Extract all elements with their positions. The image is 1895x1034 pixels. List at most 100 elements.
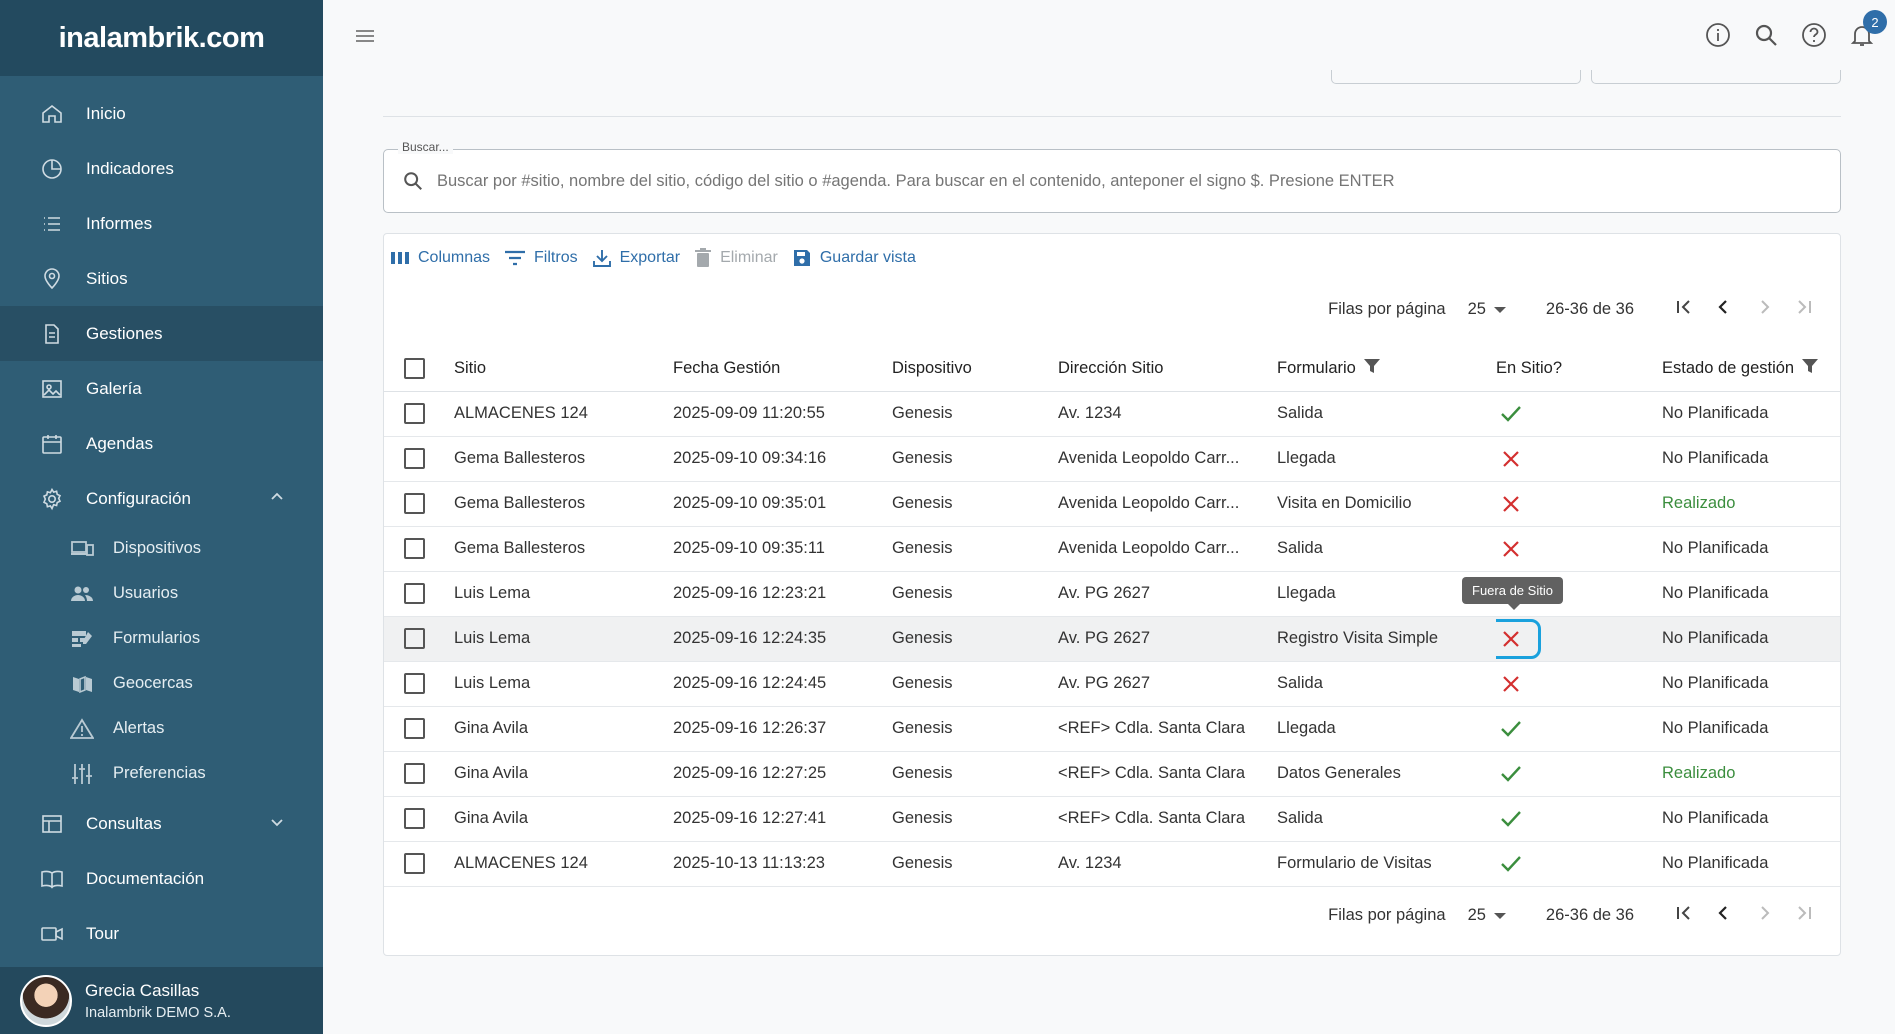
filter-icon[interactable]	[1802, 358, 1819, 379]
next-page-button[interactable]	[1744, 904, 1784, 927]
column-header-label: Estado de gestión	[1662, 358, 1795, 377]
row-checkbox[interactable]	[404, 493, 425, 514]
table-row[interactable]: Gema Ballesteros 2025-09-10 09:35:01 Genes…	[384, 481, 1840, 527]
sidebar-subitem-formularios[interactable]: Formularios	[0, 616, 323, 661]
rows-per-page-select[interactable]: 25	[1468, 300, 1506, 319]
cell-dispositivo: Genesis	[892, 796, 1058, 842]
cross-icon[interactable]	[1496, 444, 1526, 474]
sidebar-item-consultas[interactable]: Consultas	[0, 796, 323, 851]
filters-button[interactable]: Filtros	[504, 249, 578, 267]
menu-toggle-button[interactable]	[353, 24, 377, 53]
check-icon[interactable]	[1496, 758, 1526, 788]
filter-icon[interactable]	[1363, 358, 1380, 379]
table-row[interactable]: Luis Lema 2025-09-16 12:24:35 Genesis Av. P…	[384, 616, 1840, 662]
column-header-fecha[interactable]: Fecha Gestión	[673, 346, 892, 392]
cell-fecha: 2025-10-13 11:13:23	[673, 841, 892, 887]
cross-icon[interactable]	[1496, 669, 1526, 699]
notifications-button[interactable]: 2	[1849, 10, 1887, 48]
info-button[interactable]	[1705, 22, 1731, 48]
cross-icon[interactable]	[1496, 534, 1526, 564]
last-page-button[interactable]	[1784, 298, 1824, 321]
row-checkbox[interactable]	[404, 673, 425, 694]
last-page-icon	[1795, 298, 1813, 321]
location-pin-icon	[38, 265, 66, 293]
search-input[interactable]	[437, 166, 1817, 196]
sidebar-item-gestiones[interactable]: Gestiones	[0, 306, 323, 361]
chevron-right-icon	[1755, 904, 1773, 927]
sidebar-subitem-alertas[interactable]: Alertas	[0, 706, 323, 751]
rows-per-page-select[interactable]: 25	[1468, 906, 1506, 925]
filter-field-2[interactable]	[1591, 70, 1841, 84]
first-page-button[interactable]	[1664, 904, 1704, 927]
help-button[interactable]	[1801, 22, 1827, 48]
row-checkbox[interactable]	[404, 628, 425, 649]
column-header-en-sitio[interactable]: En Sitio?	[1496, 346, 1662, 392]
row-checkbox[interactable]	[404, 403, 425, 424]
column-header-sitio[interactable]: Sitio	[454, 346, 673, 392]
cross-icon[interactable]	[1496, 489, 1526, 519]
column-header-direccion[interactable]: Dirección Sitio	[1058, 346, 1277, 392]
columns-button[interactable]: Columnas	[390, 249, 490, 267]
column-header-estado[interactable]: Estado de gestión	[1662, 346, 1840, 392]
cell-sitio: Luis Lema	[454, 571, 673, 617]
prev-page-button[interactable]	[1704, 298, 1744, 321]
first-page-icon	[1675, 298, 1693, 321]
table-row[interactable]: Luis Lema 2025-09-16 12:23:21 Genesis Av. P…	[384, 571, 1840, 617]
next-page-button[interactable]	[1744, 298, 1784, 321]
check-icon[interactable]	[1496, 803, 1526, 833]
row-checkbox[interactable]	[404, 853, 425, 874]
table-row[interactable]: Gema Ballesteros 2025-09-10 09:35:11 Genes…	[384, 526, 1840, 572]
user-profile[interactable]: Grecia Casillas Inalambrik DEMO S.A.	[0, 967, 323, 1034]
rows-per-page-label: Filas por página	[1328, 300, 1446, 318]
cell-en-sitio	[1496, 751, 1662, 797]
table-icon	[38, 810, 66, 838]
sidebar-item-inicio[interactable]: Inicio	[0, 86, 323, 141]
sidebar-item-configuracion[interactable]: Configuración	[0, 471, 323, 526]
caret-down-icon	[1493, 906, 1506, 925]
filter-field-1[interactable]	[1331, 70, 1581, 84]
sidebar-item-agendas[interactable]: Agendas	[0, 416, 323, 471]
cell-estado: No Planificada	[1662, 706, 1840, 752]
sidebar-item-sitios[interactable]: Sitios	[0, 251, 323, 306]
table-row[interactable]: ALMACENES 124 2025-09-09 11:20:55 Genesis A…	[384, 391, 1840, 437]
sidebar-subitem-usuarios[interactable]: Usuarios	[0, 571, 323, 616]
first-page-button[interactable]	[1664, 298, 1704, 321]
cell-en-sitio	[1496, 481, 1662, 527]
check-icon[interactable]	[1496, 848, 1526, 878]
sidebar-item-informes[interactable]: Informes	[0, 196, 323, 251]
brand-logo[interactable]: inalambrik.com	[59, 22, 265, 55]
table-row[interactable]: Gema Ballesteros 2025-09-10 09:34:16 Genes…	[384, 436, 1840, 482]
prev-page-button[interactable]	[1704, 904, 1744, 927]
row-checkbox[interactable]	[404, 538, 425, 559]
last-page-button[interactable]	[1784, 904, 1824, 927]
export-button[interactable]: Exportar	[592, 248, 680, 268]
row-checkbox[interactable]	[404, 718, 425, 739]
table-row[interactable]: Gina Avila 2025-09-16 12:27:25 Genesis <REF…	[384, 751, 1840, 797]
row-checkbox[interactable]	[404, 583, 425, 604]
delete-button[interactable]: Eliminar	[694, 248, 778, 268]
row-checkbox[interactable]	[404, 763, 425, 784]
search-button[interactable]	[1753, 22, 1779, 48]
table-row[interactable]: ALMACENES 124 2025-10-13 11:13:23 Genesis A…	[384, 841, 1840, 887]
sidebar-subitem-dispositivos[interactable]: Dispositivos	[0, 526, 323, 571]
check-icon[interactable]	[1496, 713, 1526, 743]
column-header-dispositivo[interactable]: Dispositivo	[892, 346, 1058, 392]
sidebar-item-galeria[interactable]: Galería	[0, 361, 323, 416]
sidebar-item-indicadores[interactable]: Indicadores	[0, 141, 323, 196]
cross-icon[interactable]	[1496, 618, 1541, 659]
table-row[interactable]: Luis Lema 2025-09-16 12:24:45 Genesis Av. P…	[384, 661, 1840, 707]
check-icon[interactable]	[1496, 398, 1526, 428]
row-checkbox[interactable]	[404, 448, 425, 469]
sidebar-subitem-preferencias[interactable]: Preferencias	[0, 751, 323, 796]
column-header-formulario[interactable]: Formulario	[1277, 346, 1496, 392]
select-all-checkbox[interactable]	[404, 357, 425, 379]
save-view-button[interactable]: Guardar vista	[792, 248, 916, 268]
table-row[interactable]: Gina Avila 2025-09-16 12:27:41 Genesis <REF…	[384, 796, 1840, 842]
sidebar-subitem-geocercas[interactable]: Geocercas	[0, 661, 323, 706]
list-icon	[38, 210, 66, 238]
image-icon	[38, 375, 66, 403]
sidebar-item-tour[interactable]: Tour	[0, 906, 323, 961]
row-checkbox[interactable]	[404, 808, 425, 829]
sidebar-item-documentacion[interactable]: Documentación	[0, 851, 323, 906]
table-row[interactable]: Gina Avila 2025-09-16 12:26:37 Genesis <REF…	[384, 706, 1840, 752]
